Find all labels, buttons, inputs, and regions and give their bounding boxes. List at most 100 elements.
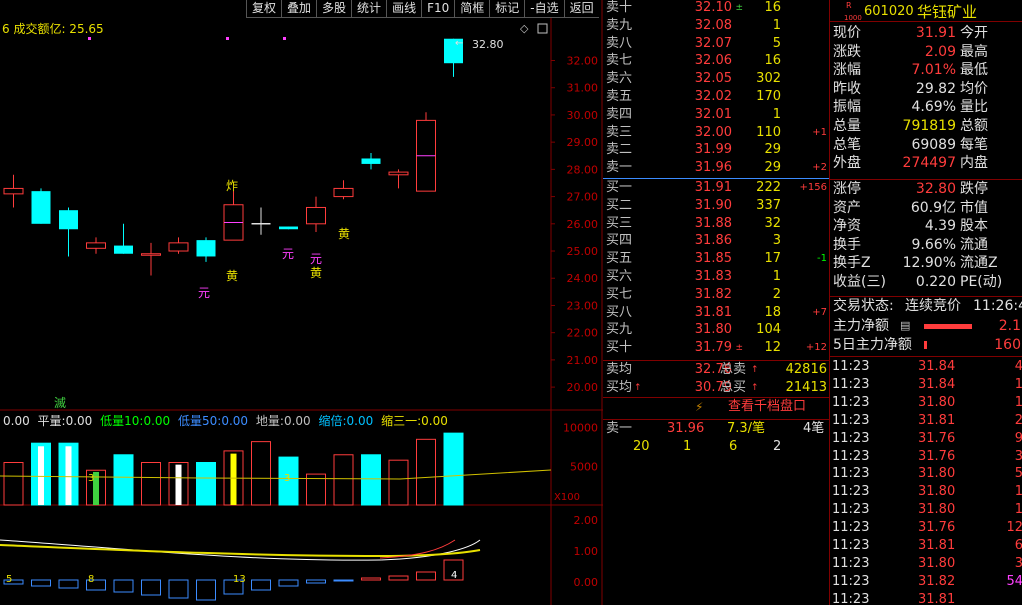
ask-row-1[interactable]: 卖九 32.08 1 xyxy=(603,17,829,35)
toolbar-button-8[interactable]: -自选 xyxy=(524,0,564,18)
info-key-2: 最低 xyxy=(960,62,988,79)
candle-1[interactable] xyxy=(31,188,51,224)
status-value: 连续竞价 xyxy=(905,298,961,314)
depth-link-row[interactable]: ⚡ 查看千档盘口 xyxy=(603,398,829,416)
tick-time: 11:23 xyxy=(832,359,870,374)
candle-body xyxy=(168,242,189,252)
bid-row-1[interactable]: 买二 31.90 337 xyxy=(603,197,829,215)
toolbar-button-9[interactable]: 返回 xyxy=(563,0,599,18)
candle-10[interactable] xyxy=(279,226,298,230)
up-arrow-icon: ↑ xyxy=(751,365,759,375)
info-row-11: 换手 9.66% 流通 xyxy=(830,236,1022,255)
candle-3[interactable] xyxy=(86,237,106,254)
candle-14[interactable] xyxy=(388,169,409,189)
volume-bar-13 xyxy=(361,454,381,506)
candle-9[interactable] xyxy=(251,207,271,235)
candle-0[interactable] xyxy=(3,174,24,208)
info-value: 4.69% xyxy=(911,99,956,116)
macd-bar-15 xyxy=(416,571,436,581)
candle-4[interactable] xyxy=(114,223,133,254)
candle-11[interactable] xyxy=(306,196,326,232)
tick-volume: 4 xyxy=(1014,359,1022,374)
candle-13[interactable] xyxy=(361,153,381,170)
depth-link[interactable]: 查看千档盘口 xyxy=(728,398,806,416)
tick-row-12: 11:23 31.82 54 xyxy=(830,573,1022,591)
tick-price: 31.84 xyxy=(918,376,956,392)
ask-row-2[interactable]: 卖八 32.07 5 xyxy=(603,35,829,53)
ask-row-6[interactable]: 卖四 32.01 1 xyxy=(603,106,829,124)
queue-item-3: 2 xyxy=(773,439,782,454)
candle-7[interactable] xyxy=(196,237,216,262)
toolbar-button-3[interactable]: 统计 xyxy=(351,0,387,18)
macd-mark-2: 13 xyxy=(233,574,246,585)
info-key-2: 内盘 xyxy=(960,155,988,172)
ask-row-5[interactable]: 卖五 32.02 170 xyxy=(603,88,829,106)
legend-sb-label: 缩倍: xyxy=(318,414,347,428)
ask-label: 卖九 xyxy=(606,17,633,33)
bid-volume: 3 xyxy=(772,233,781,249)
ask-row-0[interactable]: 卖十 32.10 ±16 xyxy=(603,0,829,17)
ask-label: 卖十 xyxy=(606,0,633,15)
kline-chart-svg[interactable]: 32.0031.0030.0029.0028.0027.0026.0025.00… xyxy=(0,0,603,605)
macd-bar-7 xyxy=(196,579,216,601)
toolbar-button-1[interactable]: 叠加 xyxy=(281,0,317,18)
candle-5[interactable] xyxy=(141,242,161,276)
candle-6[interactable] xyxy=(168,237,189,254)
bid-row-6[interactable]: 买七 31.82 2 xyxy=(603,286,829,304)
macd-bar-4 xyxy=(113,579,134,593)
bid-row-0[interactable]: 买一 31.91 222 +156 xyxy=(603,179,829,197)
info-value: 791819 xyxy=(902,118,956,134)
tick-row-11: 11:23 31.80 3 xyxy=(830,555,1022,573)
macd-dea-line xyxy=(0,544,481,558)
info-value: 32.80 xyxy=(915,181,956,197)
ask-row-7[interactable]: 卖三 32.00 110 +1 xyxy=(603,124,829,142)
bid-row-8[interactable]: 买九 31.80 104 xyxy=(603,321,829,339)
bid-row-4[interactable]: 买五 31.85 17 -1 xyxy=(603,250,829,268)
tick-price: 31.80 xyxy=(918,555,956,571)
candle-15[interactable] xyxy=(416,112,436,192)
tick-time: 11:23 xyxy=(832,555,870,571)
volume-unit-label: X100 xyxy=(554,492,580,503)
high-price-marker: 32.80 xyxy=(472,38,504,51)
tick-price: 31.81 xyxy=(918,412,956,428)
list-icon[interactable]: ▤ xyxy=(900,317,910,336)
toolbar-button-2[interactable]: 多股 xyxy=(316,0,352,18)
legend-pl-label: 平量: xyxy=(37,414,66,428)
candle-8[interactable] xyxy=(223,191,244,241)
bid-row-7[interactable]: 买八 31.81 18 +7 xyxy=(603,304,829,322)
up-arrow-icon: ↑ xyxy=(751,383,759,393)
bid-row-5[interactable]: 买六 31.83 1 xyxy=(603,268,829,286)
ask-volume: 16 xyxy=(764,53,781,69)
avg-buy-row-total: 21413 xyxy=(785,380,827,395)
window-icon[interactable] xyxy=(537,23,548,34)
toolbar-button-6[interactable]: 简框 xyxy=(454,0,490,18)
tick-volume: 3 xyxy=(1014,448,1022,464)
tick-time: 11:23 xyxy=(832,376,870,392)
diamond-icon[interactable]: ◇ xyxy=(520,22,529,35)
tick-time: 11:23 xyxy=(832,466,870,482)
toolbar-button-0[interactable]: 复权 xyxy=(246,0,282,18)
toolbar-button-4[interactable]: 画线 xyxy=(386,0,422,18)
bid-row-3[interactable]: 买四 31.86 3 xyxy=(603,232,829,250)
info-key-2: PE(动) xyxy=(960,274,1003,290)
tick-price: 31.76 xyxy=(918,430,956,446)
ask-row-3[interactable]: 卖七 32.06 16 xyxy=(603,52,829,70)
candle-body xyxy=(388,171,409,176)
bid-label: 买五 xyxy=(606,251,633,267)
ask-row-9[interactable]: 卖一 31.96 29 +2 xyxy=(603,159,829,177)
candle-body xyxy=(59,210,78,230)
bid-row-9[interactable]: 买十 31.79 ±12 +12 xyxy=(603,339,829,357)
kline-chart-area[interactable]: 32.00 31.00 30.00 29.00 28.00 27.00 26.00 25.00… xyxy=(0,0,603,605)
toolbar-button-5[interactable]: F10 xyxy=(421,0,455,18)
bid-row-2[interactable]: 买三 31.88 32 xyxy=(603,215,829,233)
bid-price: 31.81 xyxy=(694,304,732,320)
candle-2[interactable] xyxy=(59,207,78,257)
ask-row-8[interactable]: 卖二 31.99 29 xyxy=(603,141,829,159)
info-row-0: 现价 31.91 今开 xyxy=(830,24,1022,43)
volume-tick-label: 5000 xyxy=(570,460,598,473)
tick-price: 31.82 xyxy=(918,573,956,589)
ask-row-4[interactable]: 卖六 32.05 302 xyxy=(603,70,829,88)
candle-12[interactable] xyxy=(333,180,354,200)
toolbar-button-7[interactable]: 标记 xyxy=(489,0,525,18)
info-divider-3 xyxy=(830,356,1022,357)
